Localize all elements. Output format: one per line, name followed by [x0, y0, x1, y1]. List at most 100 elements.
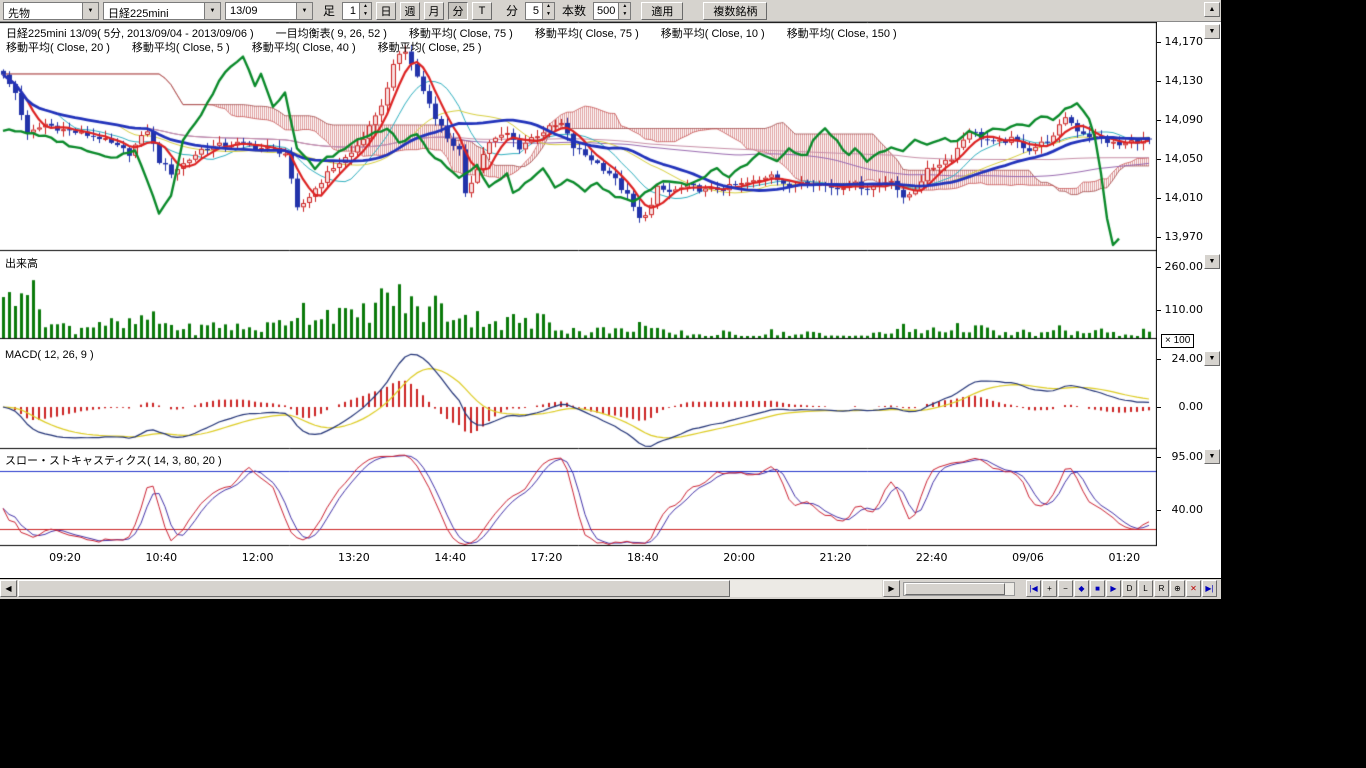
h-scroll-right-button[interactable]: ▶	[883, 580, 900, 597]
apply-button[interactable]: 適用	[641, 2, 683, 20]
chart-app-window: 先物 ▼ 日経225mini ▼ 13/09 ▼ 足 1 ▲ ▼ 日 週 月	[0, 0, 1221, 599]
bar-count-value: 500	[594, 3, 618, 19]
legend-ma5: 移動平均( Close, 5 )	[132, 39, 230, 55]
legend-row-2: 移動平均( Close, 20 ) 移動平均( Close, 5 ) 移動平均(…	[6, 39, 482, 55]
time-axis: 09:20 10:40 12:00 13:20 14:40 17:20 18:40 20:00…	[0, 551, 1157, 565]
spin-down-icon[interactable]: ▼	[619, 11, 630, 19]
time-axis-label: 01:20	[1108, 551, 1140, 564]
instrument-type-combo[interactable]: 先物 ▼	[3, 2, 99, 20]
price-scale-menu-button[interactable]: ▼	[1204, 24, 1220, 39]
spinner-arrows: ▲ ▼	[618, 3, 630, 19]
legend-ma20: 移動平均( Close, 20 )	[6, 39, 110, 55]
nav-zoom-in-button[interactable]: +	[1042, 580, 1057, 597]
axis-value-label: 260.00	[1157, 260, 1203, 273]
nav-scroll-to-end-button[interactable]: ▶|	[1202, 580, 1217, 597]
toolbar: 先物 ▼ 日経225mini ▼ 13/09 ▼ 足 1 ▲ ▼ 日 週 月	[0, 0, 1221, 22]
nav-mode-l-button[interactable]: L	[1138, 580, 1153, 597]
spinner-arrows: ▲ ▼	[542, 3, 554, 19]
symbol-combo[interactable]: 日経225mini ▼	[103, 2, 221, 20]
nav-mode-r-button[interactable]: R	[1154, 580, 1169, 597]
axis-value-label: 24.00	[1157, 352, 1203, 365]
volume-multiplier-badge: × 100	[1161, 334, 1194, 348]
time-axis-label: 12:00	[242, 551, 274, 564]
right-axis-column: 14,170 14,130 14,090 14,050 14,010 13,970 260.…	[1157, 22, 1205, 578]
time-axis-label: 21:20	[820, 551, 852, 564]
spin-up-icon[interactable]: ▲	[543, 3, 554, 11]
spinner-arrows: ▲ ▼	[359, 3, 371, 19]
legend-ma10: 移動平均( Close, 10 )	[661, 25, 765, 41]
v-scroll-up-button[interactable]: ▲	[1204, 2, 1220, 17]
volume-scale-menu-button[interactable]: ▼	[1204, 254, 1220, 269]
time-axis-label: 18:40	[627, 551, 659, 564]
h-scrollbar-thumb[interactable]	[18, 580, 730, 597]
time-axis-label: 13:20	[338, 551, 370, 564]
chart-plot-area[interactable]	[0, 22, 1157, 579]
desktop: 先物 ▼ 日経225mini ▼ 13/09 ▼ 足 1 ▲ ▼ 日 週 月	[0, 0, 1366, 768]
axis-value-label: 14,090	[1157, 113, 1203, 126]
axis-value-label: 14,050	[1157, 152, 1203, 165]
legend-ma25: 移動平均( Close, 25 )	[378, 39, 482, 55]
bar-count-spinner[interactable]: 500 ▲ ▼	[593, 2, 631, 20]
minutes-spinner[interactable]: 5 ▲ ▼	[525, 2, 555, 20]
stoch-scale-menu-button[interactable]: ▼	[1204, 449, 1220, 464]
nav-magnify-button[interactable]: ⊕	[1170, 580, 1185, 597]
time-axis-label: 10:40	[145, 551, 177, 564]
minutes-label: 分	[506, 2, 518, 19]
bar-interval-spinner[interactable]: 1 ▲ ▼	[342, 2, 372, 20]
time-axis-label: 14:40	[434, 551, 466, 564]
axis-value-label: 14,130	[1157, 74, 1203, 87]
nav-mode-d-button[interactable]: D	[1122, 580, 1137, 597]
h-scroll-left-button[interactable]: ◀	[0, 580, 17, 597]
period-minute-button[interactable]: 分	[448, 2, 468, 20]
nav-play-button[interactable]: ▶	[1106, 580, 1121, 597]
nav-close-button[interactable]: ✕	[1186, 580, 1201, 597]
zoom-scrollbar-track[interactable]	[903, 582, 1015, 596]
volume-panel-label: 出来高	[5, 255, 38, 271]
axis-value-label: 40.00	[1157, 503, 1203, 516]
period-monthly-button[interactable]: 月	[424, 2, 444, 20]
macd-panel-label: MACD( 12, 26, 9 )	[5, 349, 94, 361]
axis-value-label: 14,010	[1157, 191, 1203, 204]
macd-scale-menu-button[interactable]: ▼	[1204, 351, 1220, 366]
instrument-type-value: 先物	[4, 3, 82, 19]
spin-up-icon[interactable]: ▲	[619, 3, 630, 11]
time-axis-label: 09/06	[1012, 551, 1044, 564]
legend-ma150: 移動平均( Close, 150 )	[787, 25, 897, 41]
time-axis-label: 09:20	[49, 551, 81, 564]
chevron-down-icon[interactable]: ▼	[82, 3, 98, 19]
axis-value-label: 95.00	[1157, 450, 1203, 463]
nav-stop-button[interactable]: ■	[1090, 580, 1105, 597]
chart-nav-button-group: |◀+−◆■▶DLR⊕✕▶|	[1026, 580, 1217, 597]
axis-value-label: 110.00	[1157, 303, 1203, 316]
axis-value-label: 14,170	[1157, 35, 1203, 48]
nav-marker-button[interactable]: ◆	[1074, 580, 1089, 597]
contract-month-value: 13/09	[226, 3, 296, 19]
bar-interval-value: 1	[343, 3, 359, 19]
axis-value-label: 13,970	[1157, 230, 1203, 243]
time-axis-label: 20:00	[723, 551, 755, 564]
period-tick-button[interactable]: T	[472, 2, 492, 20]
minutes-value: 5	[526, 3, 542, 19]
spin-down-icon[interactable]: ▼	[360, 11, 371, 19]
chevron-down-icon[interactable]: ▼	[296, 3, 312, 19]
spin-down-icon[interactable]: ▼	[543, 11, 554, 19]
period-daily-button[interactable]: 日	[376, 2, 396, 20]
nav-zoom-out-button[interactable]: −	[1058, 580, 1073, 597]
chevron-down-icon[interactable]: ▼	[204, 3, 220, 19]
nav-scroll-to-start-button[interactable]: |◀	[1026, 580, 1041, 597]
bar-type-label: 足	[323, 2, 335, 19]
zoom-scrollbar-thumb[interactable]	[905, 583, 1005, 595]
axis-value-label: 0.00	[1157, 400, 1203, 413]
bar-count-label: 本数	[562, 2, 586, 19]
multi-symbol-button[interactable]: 複数銘柄	[703, 2, 767, 20]
symbol-value: 日経225mini	[104, 3, 204, 19]
bottom-scroll-bar: ◀ ▶ |◀+−◆■▶DLR⊕✕▶|	[0, 578, 1221, 599]
time-axis-label: 17:20	[531, 551, 563, 564]
period-weekly-button[interactable]: 週	[400, 2, 420, 20]
spin-up-icon[interactable]: ▲	[360, 3, 371, 11]
stoch-panel-label: スロー・ストキャスティクス( 14, 3, 80, 20 )	[5, 452, 222, 468]
legend-ma75-b: 移動平均( Close, 75 )	[535, 25, 639, 41]
contract-month-combo[interactable]: 13/09 ▼	[225, 2, 313, 20]
time-axis-label: 22:40	[916, 551, 948, 564]
h-scrollbar-track[interactable]	[18, 580, 882, 597]
